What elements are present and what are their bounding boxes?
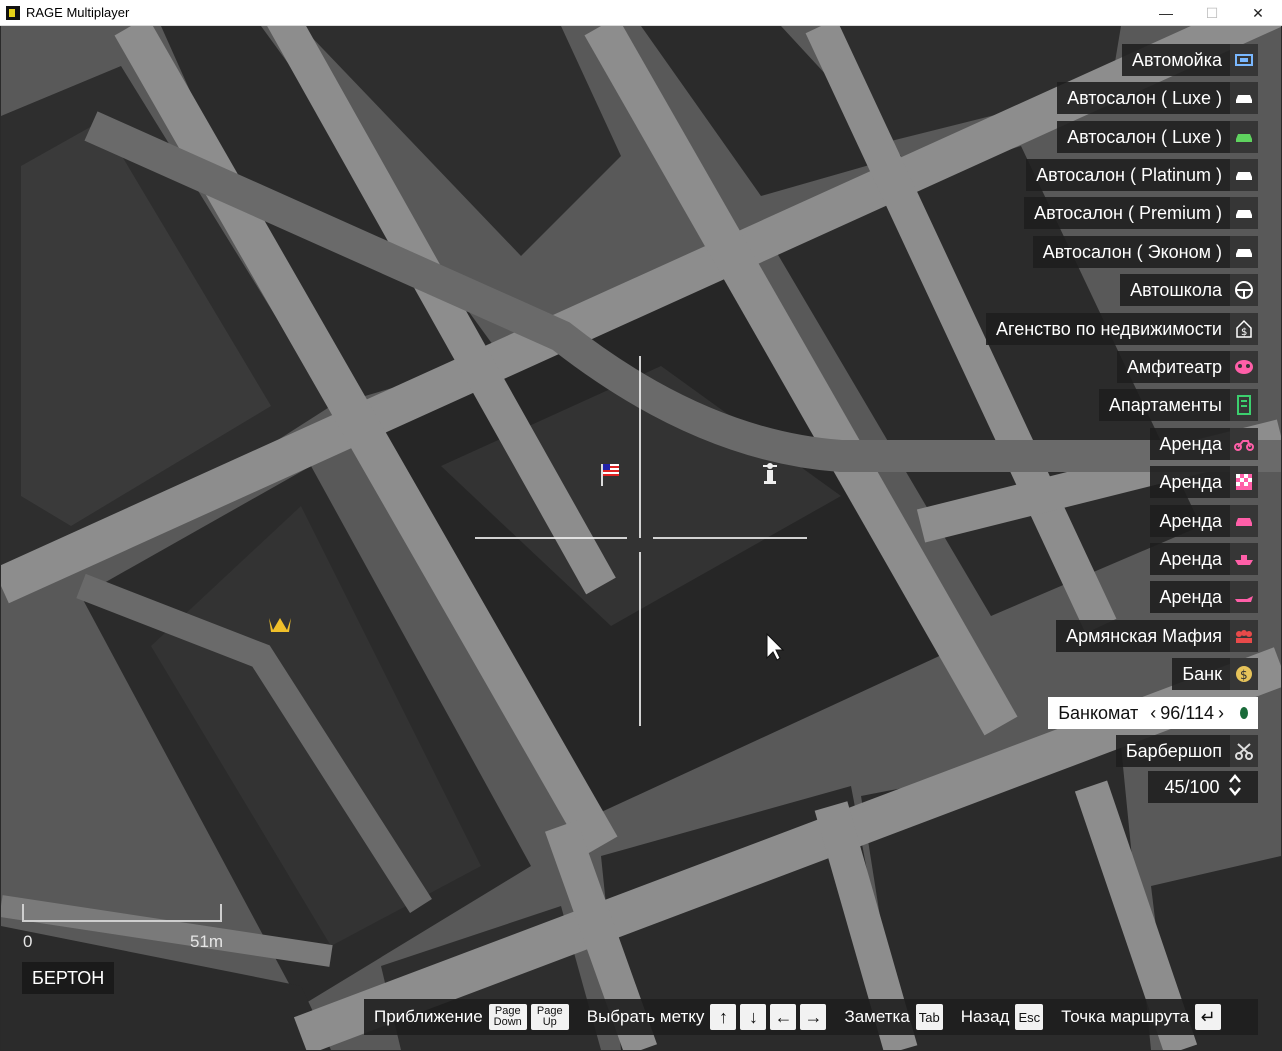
- legend-item-rent-jetski[interactable]: Аренда: [1149, 581, 1258, 613]
- esc-key[interactable]: Esc: [1015, 1004, 1044, 1030]
- enter-key[interactable]: ↵: [1195, 1004, 1222, 1030]
- legend-item-label: Аренда: [1159, 548, 1222, 569]
- legend-item-label: Барбершоп: [1125, 740, 1222, 761]
- waypoint-label: Точка маршрута: [1061, 1007, 1190, 1026]
- legend-item-rent-boat[interactable]: Аренда: [1149, 543, 1258, 575]
- scale-end-label: 51m: [190, 932, 224, 951]
- controls-help-bar: Приближение Page Down Page Up Выбрать метк…: [364, 999, 1258, 1035]
- page-up-key[interactable]: Page Up: [530, 1004, 569, 1030]
- legend-item-barbershop[interactable]: Барбершоп: [1115, 735, 1258, 767]
- car-wash-icon: [1230, 44, 1258, 76]
- arrow-left-key[interactable]: ←: [770, 1004, 797, 1030]
- legend-item-label: Автосалон ( Эконом ): [1042, 241, 1222, 262]
- jetski-icon: [1230, 581, 1258, 613]
- legend-item-label: Автосалон ( Luxe ): [1067, 87, 1222, 108]
- area-name-label: БЕРТОН: [22, 962, 115, 994]
- select-blip-label: Выбрать метку: [586, 1007, 705, 1026]
- scale-start-label: 0: [23, 932, 33, 951]
- chevron-left-icon[interactable]: ‹: [1146, 703, 1160, 724]
- legend-item-autosalon-luxe-green[interactable]: Автосалон ( Luxe ): [1057, 121, 1258, 153]
- boat-icon: [1230, 543, 1258, 575]
- scale-tick-right: [220, 904, 222, 922]
- legend-item-label: Апартаменты: [1109, 394, 1222, 415]
- mask-icon: [1230, 351, 1258, 383]
- scissors-icon: [1230, 735, 1258, 767]
- map-scale-bar: [22, 900, 222, 922]
- minimize-button[interactable]: —: [1143, 0, 1189, 26]
- atm-icon: [1230, 697, 1258, 729]
- legend-item-rent-moto[interactable]: Аренда: [1149, 428, 1258, 460]
- note-label: Заметка: [844, 1007, 910, 1026]
- pager-value: 45/100: [1164, 776, 1220, 797]
- window-title: RAGE Multiplayer: [26, 5, 130, 20]
- page-down-key[interactable]: Page Down: [488, 1004, 527, 1030]
- legend-item-autosalon-platinum[interactable]: Автосалон ( Platinum ): [1026, 159, 1258, 191]
- legend-item-autosalon-premium[interactable]: Автосалон ( Premium ): [1024, 197, 1258, 229]
- window-titlebar: RAGE Multiplayer — ☐ ✕: [0, 0, 1282, 26]
- dollar-coin-icon: $: [1230, 658, 1258, 690]
- legend-item-label: Банкомат: [1058, 702, 1139, 723]
- legend-item-label: Автосалон ( Platinum ): [1036, 164, 1222, 185]
- legend-item-car-wash[interactable]: Автомойка: [1122, 44, 1258, 76]
- steering-wheel-icon: [1230, 274, 1258, 306]
- group-icon: [1230, 620, 1258, 652]
- legend-item-autosalon-luxe[interactable]: Автосалон ( Luxe ): [1057, 82, 1258, 114]
- legend-item-label: Аренда: [1159, 510, 1222, 531]
- legend-item-autosalon-econom[interactable]: Автосалон ( Эконом ): [1032, 236, 1258, 268]
- car-icon: [1230, 236, 1258, 268]
- legend-item-driving-school[interactable]: Автошкола: [1120, 274, 1258, 306]
- legend-item-apartments[interactable]: Апартаменты: [1099, 389, 1258, 421]
- legend-item-label: Армянская Мафия: [1066, 625, 1222, 646]
- legend-item-label: Автосалон ( Luxe ): [1067, 126, 1222, 147]
- arrow-right-key[interactable]: →: [800, 1004, 827, 1030]
- legend-item-label: Амфитеатр: [1126, 356, 1222, 377]
- legend-item-label: Аренда: [1159, 433, 1222, 454]
- arrow-down-key[interactable]: ↓: [740, 1004, 767, 1030]
- motorbike-icon: [1230, 428, 1258, 460]
- zoom-label: Приближение: [374, 1007, 483, 1026]
- legend-item-label: Аренда: [1159, 586, 1222, 607]
- legend-item-atm[interactable]: Банкомат ‹ 96/114 ›: [1048, 697, 1258, 729]
- key-line: Down: [493, 1016, 522, 1028]
- back-label: Назад: [960, 1007, 1010, 1026]
- legend-item-rent-car[interactable]: Аренда: [1149, 505, 1258, 537]
- legend-item-label: Аренда: [1159, 471, 1222, 492]
- rage-app-icon: [6, 6, 20, 20]
- car-icon: [1230, 159, 1258, 191]
- legend-item-amphitheater[interactable]: Амфитеатр: [1116, 351, 1258, 383]
- legend-item-label: Автосалон ( Premium ): [1034, 202, 1222, 223]
- scale-line: [22, 920, 222, 922]
- key-line: Up: [542, 1016, 557, 1028]
- car-icon: [1230, 505, 1258, 537]
- legend-item-label: Агенство по недвижимости: [996, 318, 1222, 339]
- svg-text:$: $: [1240, 668, 1248, 682]
- legend-item-bank[interactable]: Банк $: [1172, 658, 1258, 690]
- legend-item-label: Автошкола: [1130, 279, 1222, 300]
- up-down-chevron-icon[interactable]: [1228, 773, 1242, 802]
- chevron-right-icon[interactable]: ›: [1214, 703, 1230, 724]
- legend-item-rent-race[interactable]: Аренда: [1149, 466, 1258, 498]
- legend-item-label: Банк: [1182, 663, 1222, 684]
- close-button[interactable]: ✕: [1235, 0, 1281, 26]
- legend-item-label: Автомойка: [1132, 49, 1222, 70]
- car-icon: [1230, 197, 1258, 229]
- maximize-button[interactable]: ☐: [1189, 0, 1235, 26]
- legend-pager: 45/100: [1148, 771, 1258, 803]
- car-icon: [1230, 121, 1258, 153]
- building-icon: [1230, 389, 1258, 421]
- arrow-up-key[interactable]: ↑: [710, 1004, 737, 1030]
- house-dollar-icon: $: [1230, 313, 1258, 345]
- atm-counter: 96/114: [1160, 702, 1214, 723]
- legend-item-real-estate[interactable]: Агенство по недвижимости $: [986, 313, 1258, 345]
- car-icon: [1230, 82, 1258, 114]
- legend-item-armenian-mafia[interactable]: Армянская Мафия: [1056, 620, 1258, 652]
- checkered-flag-icon: [1230, 466, 1258, 498]
- tab-key[interactable]: Tab: [915, 1004, 943, 1030]
- svg-text:$: $: [1241, 327, 1247, 338]
